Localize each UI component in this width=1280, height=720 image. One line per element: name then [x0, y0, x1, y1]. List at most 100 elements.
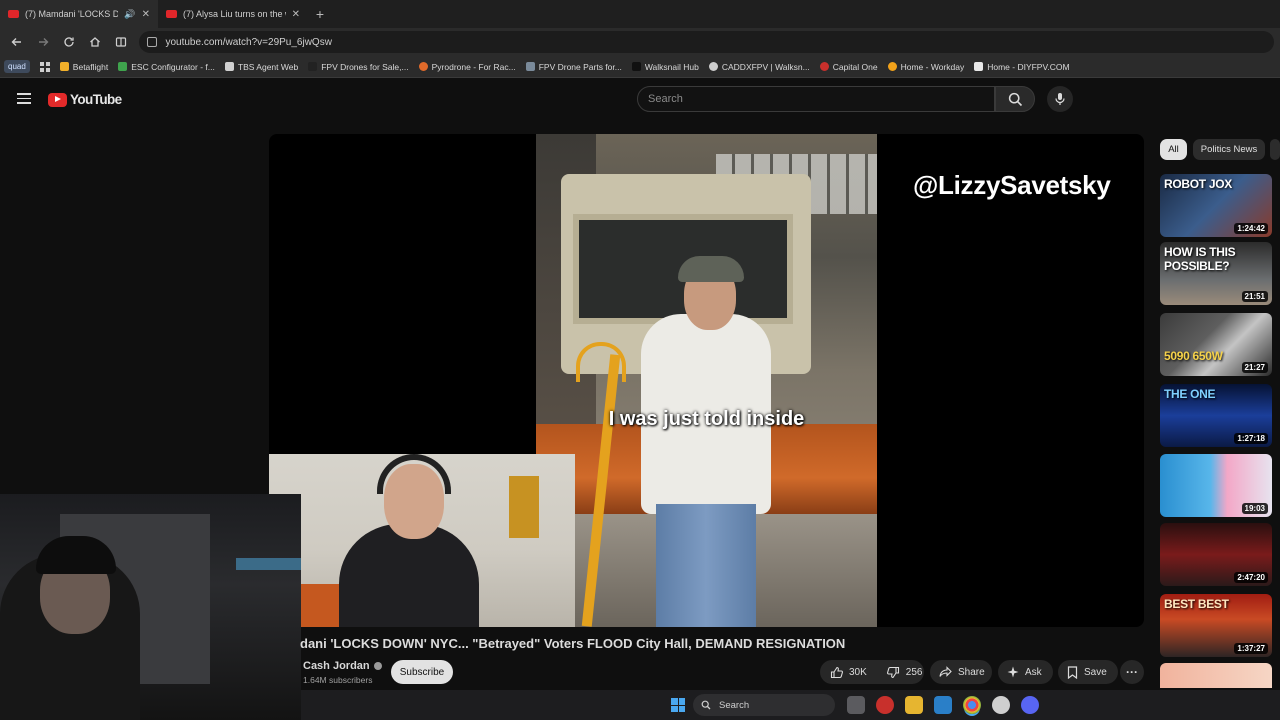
bookmark-label: Walksnail Hub	[644, 61, 699, 72]
video-duration: 21:51	[1241, 291, 1268, 302]
video-duration: 1:27:18	[1234, 433, 1268, 444]
task-view-icon[interactable]	[847, 696, 865, 714]
video-handle-overlay: @LizzySavetsky	[913, 170, 1111, 200]
channel-name[interactable]: Cash Jordan	[303, 660, 382, 672]
bookmark-betaflight[interactable]: Betaflight	[59, 62, 108, 72]
tab-close-icon[interactable]: ✕	[142, 9, 150, 20]
video-duration: 2:47:20	[1234, 572, 1268, 583]
thumbnail-text: ROBOT JOX	[1164, 177, 1232, 191]
verified-badge-icon	[373, 662, 382, 670]
windows-start-icon[interactable]	[671, 698, 685, 712]
bookmark-profile-quad[interactable]: quad	[4, 60, 30, 73]
file-explorer-icon[interactable]	[905, 696, 923, 714]
caddx-icon	[708, 62, 718, 71]
recommended-video-thumbnail[interactable]	[1160, 663, 1272, 688]
youtube-logo[interactable]: YouTube	[48, 92, 122, 107]
bookmark-label: FPV Drones for Sale,...	[321, 61, 409, 72]
steam-icon[interactable]	[992, 696, 1010, 714]
dislike-button[interactable]: 256	[877, 666, 933, 679]
video-caption: I was just told inside	[608, 408, 805, 430]
browser-tab-mamdani[interactable]: (7) Mamdani 'LOCKS DOWN' 🔊 ✕	[0, 0, 158, 28]
dislike-count: 256	[905, 666, 923, 678]
bookmark-label: Capital One	[832, 61, 878, 72]
video-duration: 1:37:27	[1234, 643, 1268, 654]
recommended-video-thumbnail[interactable]: 5090 650W 21:27	[1160, 313, 1272, 376]
browser-tab-alysa[interactable]: (7) Alysa Liu turns on the woke ✕	[158, 0, 308, 28]
share-button[interactable]: Share	[930, 660, 992, 684]
capitalone-icon	[819, 62, 829, 71]
bookmark-label: Home - Workday	[900, 61, 965, 72]
search-button[interactable]	[995, 86, 1035, 112]
bookmark-label: Pyrodrone - For Rac...	[431, 61, 516, 72]
video-duration: 1:24:42	[1234, 223, 1268, 234]
save-label: Save	[1084, 666, 1107, 678]
bookmark-icon	[1067, 665, 1078, 679]
chip-all[interactable]: All	[1160, 139, 1187, 160]
more-actions-button[interactable]: ···	[1120, 660, 1144, 684]
workday-icon	[887, 62, 897, 71]
youtube-header: YouTube Search	[0, 80, 1280, 118]
bookmark-fpv-parts[interactable]: FPV Drone Parts for...	[525, 62, 622, 72]
save-button[interactable]: Save	[1058, 660, 1118, 684]
ask-button[interactable]: Ask	[998, 660, 1053, 684]
video-duration: 21:27	[1241, 362, 1268, 373]
bookmark-fpv-drones[interactable]: FPV Drones for Sale,...	[308, 61, 409, 72]
video-frame: I was just told inside	[536, 134, 877, 627]
chrome-icon[interactable]	[963, 696, 981, 714]
youtube-wordmark: YouTube	[70, 92, 122, 107]
site-info-icon[interactable]	[147, 37, 158, 47]
address-bar[interactable]: youtube.com/watch?v=29Pu_6jwQsw	[139, 31, 1274, 53]
chip-overflow[interactable]	[1270, 139, 1280, 160]
search-input[interactable]: Search	[637, 86, 995, 112]
apps-grid-icon[interactable]	[39, 61, 50, 72]
recommended-video-thumbnail[interactable]: HOW IS THIS POSSIBLE? 21:51	[1160, 242, 1272, 305]
bookmark-walksnail[interactable]: Walksnail Hub	[631, 61, 699, 72]
home-icon[interactable]	[84, 31, 106, 53]
tab-close-icon[interactable]: ✕	[292, 9, 300, 20]
like-button[interactable]: 30K	[820, 666, 877, 679]
youtube-favicon-icon	[8, 10, 19, 18]
parts-icon	[525, 62, 535, 71]
bookmark-diyfpv[interactable]: Home - DIYFPV.COM	[974, 62, 1070, 72]
discord-icon[interactable]	[1021, 696, 1039, 714]
back-arrow-icon[interactable]	[6, 31, 28, 53]
address-url: youtube.com/watch?v=29Pu_6jwQsw	[165, 36, 332, 48]
split-view-icon[interactable]	[110, 31, 132, 53]
subscribe-button[interactable]: Subscribe	[391, 660, 453, 684]
forward-arrow-icon[interactable]	[32, 31, 54, 53]
bookmark-pyrodrone[interactable]: Pyrodrone - For Rac...	[418, 61, 516, 72]
recommended-video-thumbnail[interactable]: 19:03	[1160, 454, 1272, 517]
bookmark-tbs-agent[interactable]: TBS Agent Web	[224, 62, 298, 72]
browser-toolbar: youtube.com/watch?v=29Pu_6jwQsw	[0, 28, 1280, 56]
video-title: dani 'LOCKS DOWN' NYC... "Betrayed" Vote…	[300, 636, 846, 651]
channel-name-text: Cash Jordan	[303, 660, 370, 672]
reload-icon[interactable]	[58, 31, 80, 53]
search-icon	[701, 700, 711, 710]
video-duration: 19:03	[1241, 503, 1268, 514]
thumbnail-text: 5090 650W	[1164, 349, 1223, 363]
share-label: Share	[958, 666, 985, 678]
bookmark-label: CADDXFPV | Walksn...	[721, 61, 810, 72]
new-tab-button[interactable]: +	[308, 6, 332, 22]
youtube-play-icon	[48, 92, 67, 107]
thumbnail-text: BEST BEST	[1164, 597, 1229, 611]
recommended-video-thumbnail[interactable]: 2:47:20	[1160, 523, 1272, 586]
tab-audio-icon[interactable]: 🔊	[124, 9, 135, 20]
opera-icon[interactable]	[876, 696, 894, 714]
bookmark-esc-configurator[interactable]: ESC Configurator - f...	[118, 62, 215, 72]
taskbar-search-input[interactable]: Search	[693, 694, 835, 716]
walksnail-icon	[631, 62, 641, 71]
recommended-video-thumbnail[interactable]: ROBOT JOX 1:24:42	[1160, 174, 1272, 237]
recommended-video-thumbnail[interactable]: THE ONE 1:27:18	[1160, 384, 1272, 447]
bookmark-capital-one[interactable]: Capital One	[819, 61, 878, 72]
bookmark-caddx[interactable]: CADDXFPV | Walksn...	[708, 61, 810, 72]
bookmark-workday[interactable]: Home - Workday	[887, 61, 965, 72]
menu-hamburger-icon[interactable]	[17, 93, 31, 104]
like-dislike-group: 30K 256	[820, 660, 924, 684]
browser-tab-strip: (7) Mamdani 'LOCKS DOWN' 🔊 ✕ (7) Alysa L…	[0, 0, 1280, 28]
thumbnail-text: THE ONE	[1164, 387, 1216, 401]
chip-politics-news[interactable]: Politics News	[1193, 139, 1265, 160]
recommended-video-thumbnail[interactable]: BEST BEST 1:37:27	[1160, 594, 1272, 657]
store-icon[interactable]	[934, 696, 952, 714]
voice-search-button[interactable]	[1047, 86, 1073, 112]
